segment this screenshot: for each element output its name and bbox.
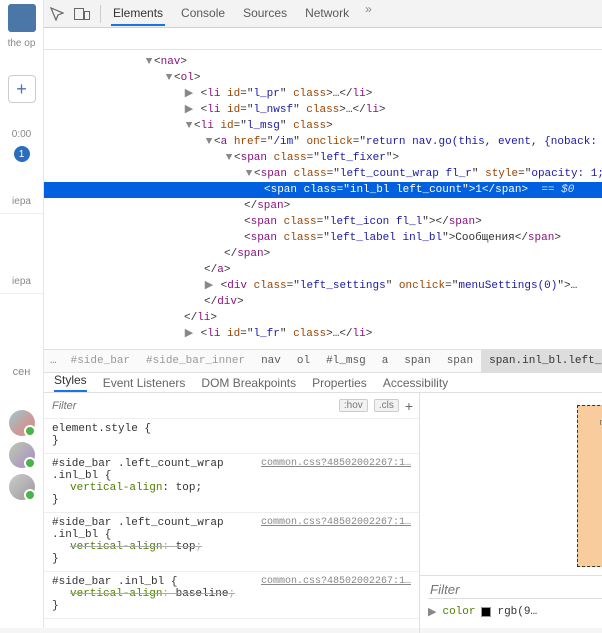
avatar[interactable] [9, 442, 35, 468]
dom-tree[interactable]: ▼<nav>▼<ol>▶ <li id="l_pr" class>…</li>▶… [44, 50, 602, 349]
breadcrumb-item[interactable]: #side_bar_inner [138, 355, 253, 367]
computed-prop-name: color [442, 606, 475, 618]
panel-tabs: Elements Console Sources Network » [111, 2, 372, 26]
dom-node[interactable]: ▶ <li id="l_pr" class>…</li> [44, 86, 602, 102]
color-swatch-icon[interactable] [481, 607, 491, 617]
computed-prop-value: rgb(9… [497, 606, 537, 618]
dom-selected-node[interactable]: <span class="inl_bl left_count">1</span>… [44, 182, 602, 198]
secondary-toolbar [44, 28, 602, 50]
cls-toggle[interactable]: .cls [374, 399, 399, 412]
tab-accessibility[interactable]: Accessibility [383, 376, 448, 390]
breadcrumb-item[interactable]: span [396, 355, 438, 367]
avatar[interactable] [9, 410, 35, 436]
devtools-toolbar: Elements Console Sources Network » 112 1… [44, 0, 602, 28]
tab-elements[interactable]: Elements [111, 2, 165, 26]
dom-node[interactable]: ▼<a href="/im" onclick="return nav.go(th… [44, 134, 602, 150]
css-rule[interactable]: common.css?48502002267:1…#side_bar .left… [44, 454, 419, 513]
styles-filter-input[interactable] [50, 399, 333, 413]
computed-filter-input[interactable] [428, 581, 602, 599]
dom-node[interactable]: </span> [44, 198, 602, 214]
breadcrumb-item[interactable]: ol [289, 355, 318, 367]
breadcrumb-overflow[interactable]: … [44, 355, 63, 367]
dom-node[interactable]: ▼<ol> [44, 70, 602, 86]
dom-breadcrumbs[interactable]: …#side_bar#side_bar_innernavol#l_msgaspa… [44, 349, 602, 373]
breadcrumb-item[interactable]: span.inl_bl.left_count [481, 350, 602, 372]
subpanel-tabs: Styles Event Listeners DOM Breakpoints P… [44, 373, 602, 393]
unread-badge[interactable]: 1 [14, 146, 30, 162]
styles-pane: :hov .cls + element.style {}common.css?4… [44, 393, 420, 633]
dom-node[interactable]: <span class="left_icon fl_l"></span> [44, 214, 602, 230]
new-rule-icon[interactable]: + [405, 398, 413, 414]
add-button[interactable]: + [8, 75, 36, 103]
expand-icon[interactable]: ▶ [428, 605, 436, 619]
dom-node[interactable]: <span class="left_label inl_bl">Сообщени… [44, 230, 602, 246]
dom-node[interactable]: ▼<li id="l_msg" class> [44, 118, 602, 134]
tab-event-listeners[interactable]: Event Listeners [103, 376, 186, 390]
dom-node[interactable]: </div> [44, 294, 602, 310]
avatar[interactable] [9, 474, 35, 500]
device-toggle-icon[interactable] [74, 7, 90, 21]
dom-node[interactable]: ▶ <li id="l_nwsf" class>…</li> [44, 102, 602, 118]
time-label: 0:00 [12, 129, 31, 140]
breadcrumb-item[interactable]: nav [253, 355, 289, 367]
breadcrumb-item[interactable]: #l_msg [318, 355, 374, 367]
breadcrumb-item[interactable]: span [439, 355, 481, 367]
css-rule[interactable]: common.css?48502002267:1…#side_bar .left… [44, 513, 419, 572]
css-rules-list[interactable]: element.style {}common.css?48502002267:1… [44, 419, 419, 633]
dom-node[interactable]: ▼<span class="left_count_wrap fl_r" styl… [44, 166, 602, 182]
dom-node[interactable]: ▼<nav> [44, 54, 602, 70]
tab-network[interactable]: Network [303, 2, 351, 26]
breadcrumb-item[interactable]: #side_bar [63, 355, 138, 367]
dom-node[interactable]: ▶ <li id="l_fr" class>…</li> [44, 326, 602, 342]
computed-pane: margin border padding 6.313 × 17 [420, 393, 602, 633]
dom-node[interactable]: ▼<span class="left_fixer"> [44, 150, 602, 166]
app-snippet: the op [8, 38, 36, 49]
snippet-1: іера [12, 196, 31, 207]
source-link[interactable]: common.css?48502002267:1… [261, 517, 411, 528]
background-app-column: the op + 0:00 1 іера іера сен [0, 0, 44, 628]
more-tabs-icon[interactable]: » [365, 2, 372, 26]
tab-console[interactable]: Console [179, 2, 227, 26]
dom-node[interactable]: </span> [44, 246, 602, 262]
tab-dom-breakpoints[interactable]: DOM Breakpoints [201, 376, 296, 390]
css-rule[interactable]: element.style {} [44, 419, 419, 454]
month-label: сен [13, 366, 31, 378]
box-model[interactable]: margin border padding 6.313 × 17 [577, 405, 602, 567]
dom-node[interactable]: </li> [44, 310, 602, 326]
inspect-icon[interactable] [50, 7, 64, 21]
app-logo [8, 4, 36, 32]
source-link[interactable]: common.css?48502002267:1… [261, 458, 411, 469]
dom-node[interactable]: ▶ <div class="left_settings" onclick="me… [44, 278, 602, 294]
tab-styles[interactable]: Styles [54, 373, 87, 392]
source-link[interactable]: common.css?48502002267:1… [261, 576, 411, 587]
dom-node[interactable]: </a> [44, 262, 602, 278]
devtools: Elements Console Sources Network » 112 1… [44, 0, 602, 628]
tab-properties[interactable]: Properties [312, 376, 367, 390]
snippet-2: іера [12, 276, 31, 287]
hov-toggle[interactable]: :hov [339, 399, 368, 412]
breadcrumb-item[interactable]: a [374, 355, 397, 367]
css-rule[interactable]: common.css?48502002267:1…#side_bar .inl_… [44, 572, 419, 619]
tab-sources[interactable]: Sources [241, 2, 289, 26]
